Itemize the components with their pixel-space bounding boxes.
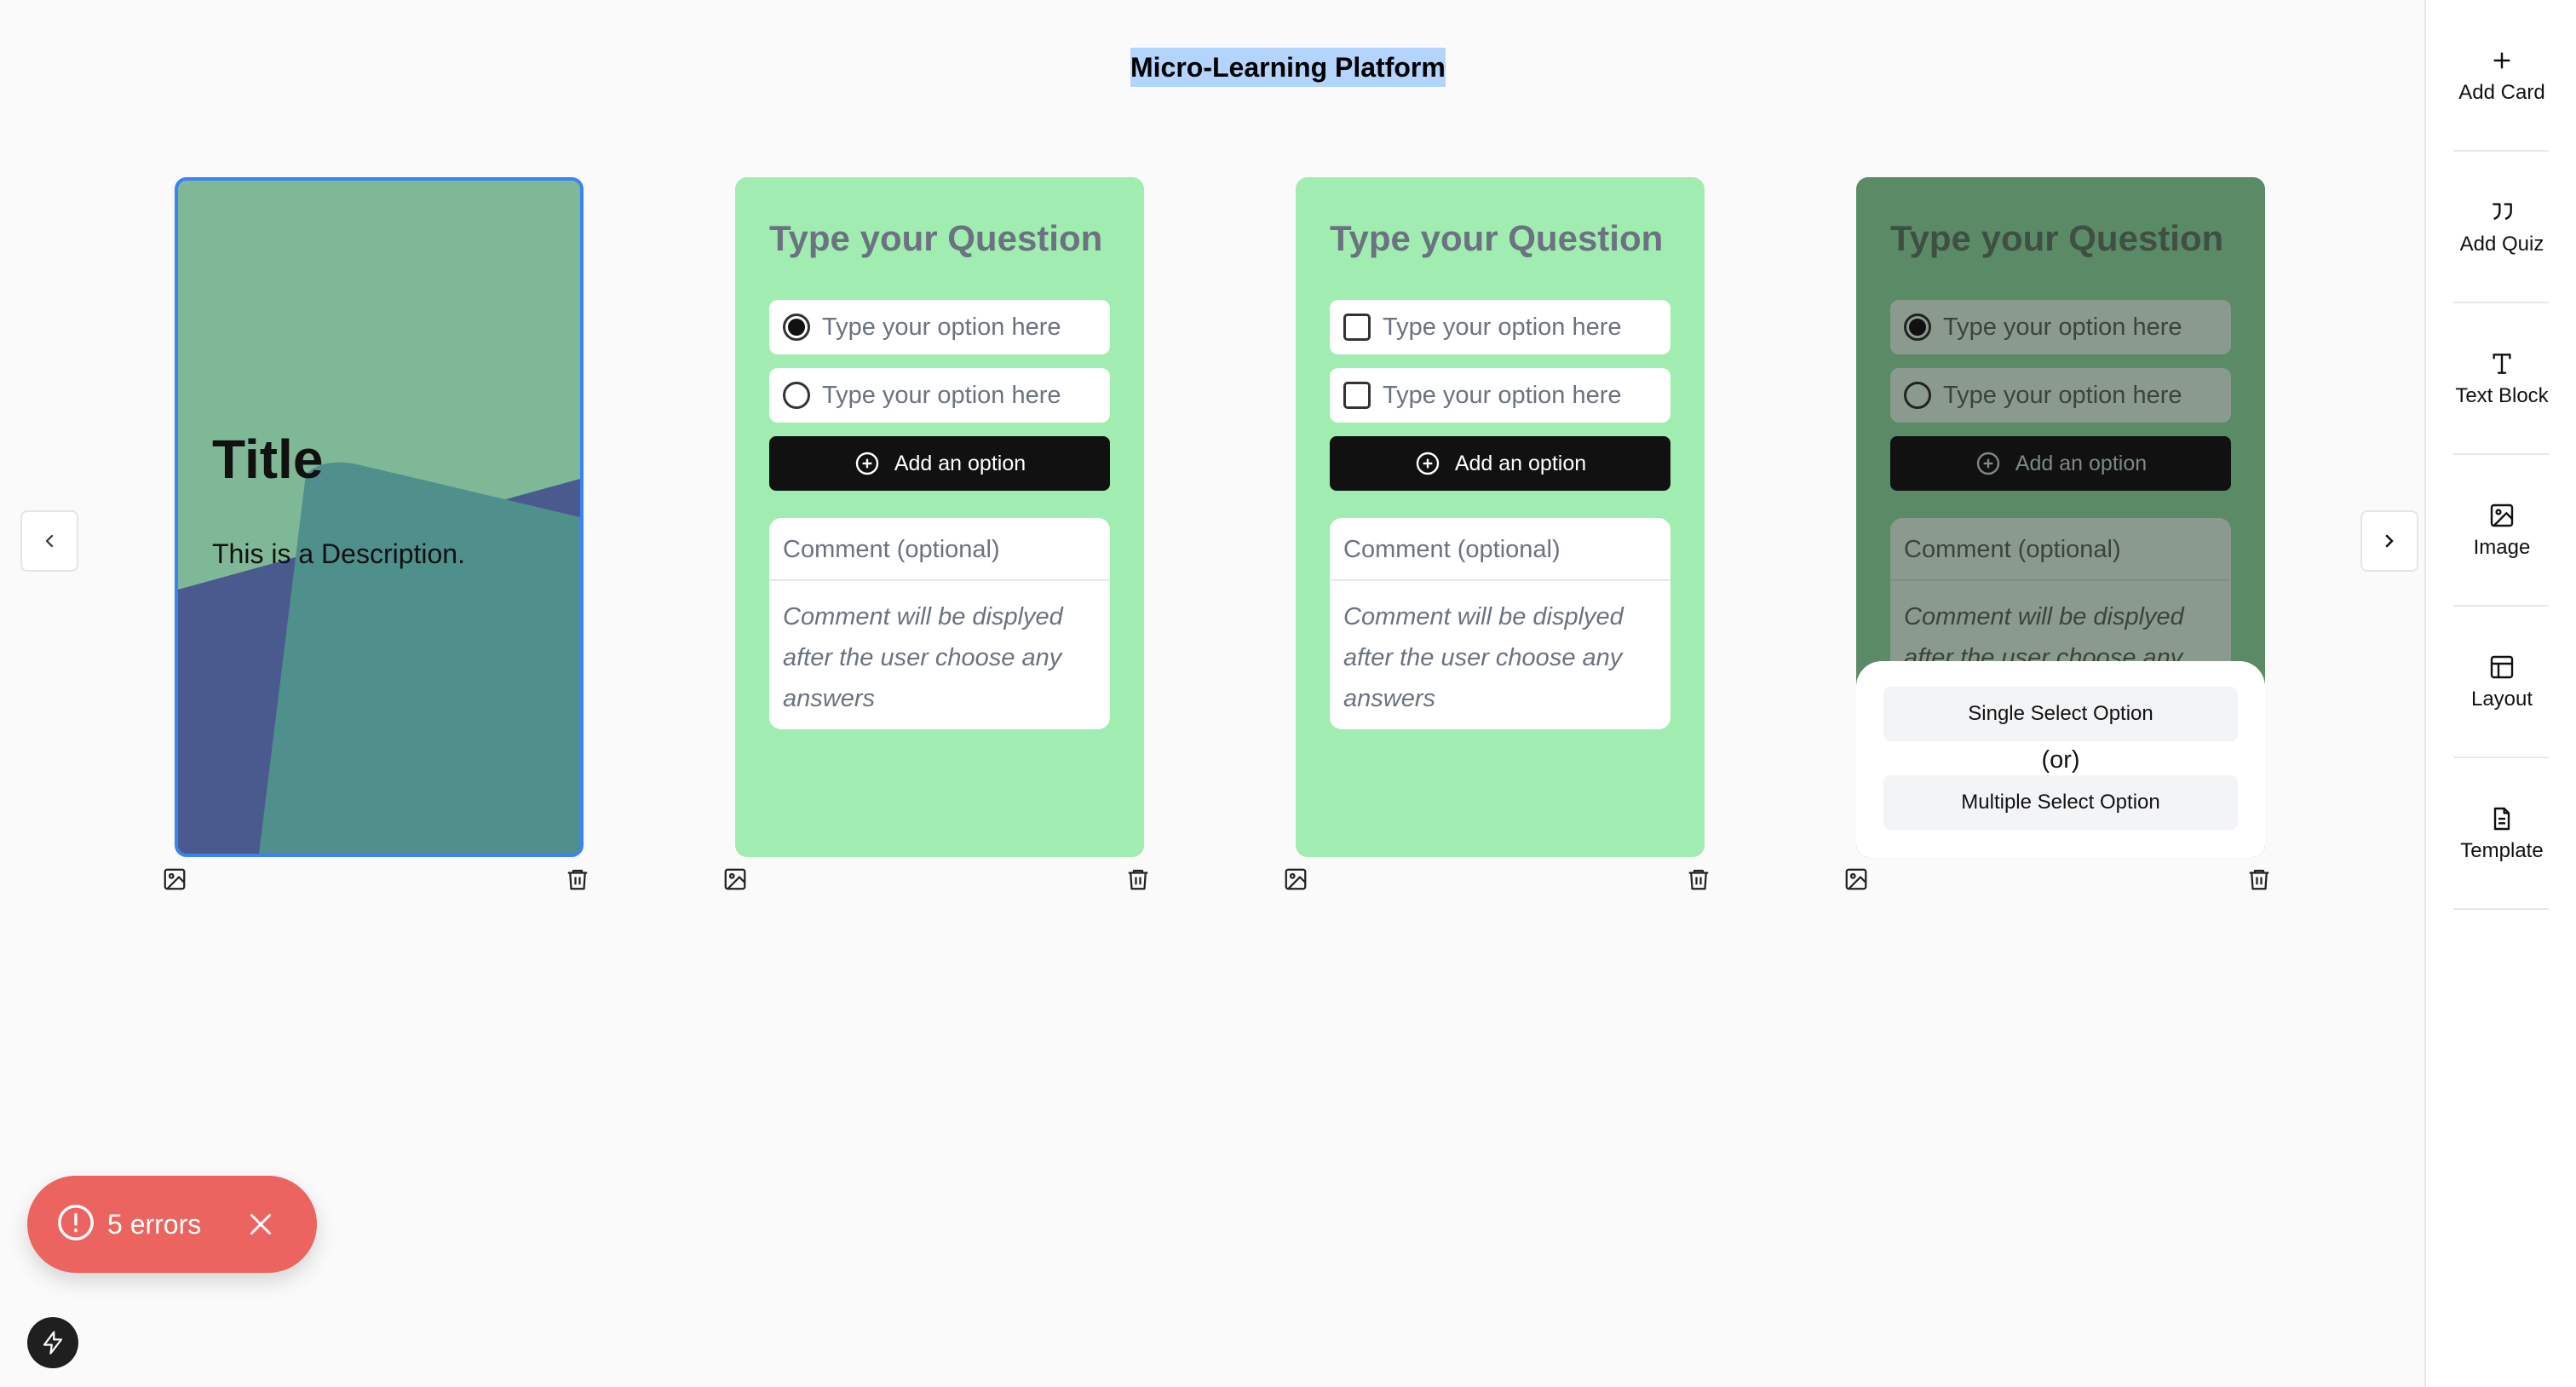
radio-button[interactable]	[783, 314, 810, 341]
error-toast[interactable]: 5 errors	[27, 1176, 317, 1273]
previous-button[interactable]	[20, 510, 78, 572]
image-icon	[1285, 868, 1307, 890]
page-title: Micro-Learning Platform	[1130, 48, 1446, 87]
close-icon	[250, 1214, 272, 1234]
option-input[interactable]: Type your option here	[1890, 368, 2231, 423]
tool-sidebar: Add Card Add Quiz Text Block Image Layou…	[2424, 0, 2576, 1387]
trash-icon	[1128, 869, 1148, 890]
add-option-label: Add an option	[1454, 451, 1587, 475]
question-input[interactable]: Type your Question	[769, 218, 1102, 259]
multiple-select-button[interactable]: Multiple Select Option	[1883, 775, 2238, 830]
text-block-button[interactable]: Text Block	[2426, 303, 2576, 455]
radio-button[interactable]	[783, 382, 810, 409]
comment-box[interactable]: Comment (optional) Comment will be displ…	[769, 518, 1110, 729]
radio-button[interactable]	[1904, 314, 1931, 341]
add-card-label: Add Card	[2458, 81, 2545, 104]
background-shapes	[178, 462, 580, 854]
add-quiz-label: Add Quiz	[2459, 233, 2544, 256]
close-toast-button[interactable]	[244, 1207, 278, 1241]
comment-box[interactable]: Comment (optional) Comment will be displ…	[1330, 518, 1670, 729]
card-image-button[interactable]	[1841, 864, 1872, 895]
card-delete-button[interactable]	[1683, 864, 1714, 895]
single-select-button[interactable]: Single Select Option	[1883, 687, 2238, 741]
quiz-card-multiple[interactable]: Type your Question Type your option here…	[1296, 177, 1705, 857]
card-delete-button[interactable]	[562, 864, 593, 895]
trash-icon	[567, 869, 588, 890]
add-card-button[interactable]: Add Card	[2426, 0, 2576, 152]
question-input[interactable]: Type your Question	[1330, 218, 1663, 259]
card-delete-button[interactable]	[1123, 864, 1153, 895]
card-image-button[interactable]	[159, 864, 190, 895]
template-label: Template	[2460, 839, 2544, 862]
image-button[interactable]: Image	[2426, 455, 2576, 607]
option-placeholder: Type your option here	[1383, 313, 1622, 341]
lightning-icon	[43, 1331, 63, 1355]
image-label: Image	[2473, 536, 2531, 559]
layout-label: Layout	[2470, 688, 2533, 711]
card-title[interactable]: Title	[212, 428, 323, 491]
trash-icon	[2249, 869, 2269, 890]
plus-circle-icon	[1976, 452, 2000, 475]
comment-input[interactable]: Comment will be displyed after the user …	[1330, 581, 1670, 729]
title-card[interactable]: Title This is a Description.	[175, 177, 584, 857]
add-option-button[interactable]: Add an option	[769, 436, 1110, 491]
error-count[interactable]: 5 errors	[107, 1209, 201, 1240]
image-icon	[1845, 868, 1867, 890]
image-icon	[2490, 504, 2514, 527]
comment-label: Comment (optional)	[769, 518, 1110, 581]
card-image-button[interactable]	[1280, 864, 1311, 895]
chevron-left-icon	[45, 534, 54, 548]
layout-icon	[2490, 655, 2514, 679]
plus-circle-icon	[855, 452, 879, 475]
option-input[interactable]: Type your option here	[1330, 368, 1670, 423]
option-input[interactable]: Type your option here	[769, 368, 1110, 423]
card-description[interactable]: This is a Description.	[212, 538, 465, 570]
option-input[interactable]: Type your option here	[769, 300, 1110, 354]
comment-input[interactable]: Comment will be displyed after the user …	[769, 581, 1110, 729]
image-icon	[724, 868, 746, 890]
select-type-popup: Single Select Option (or) Multiple Selec…	[1856, 661, 2265, 857]
add-option-button[interactable]: Add an option	[1890, 436, 2231, 491]
trash-icon	[1688, 869, 1709, 890]
comment-label: Comment (optional)	[1330, 518, 1670, 581]
card-delete-button[interactable]	[2244, 864, 2274, 895]
radio-button[interactable]	[1904, 382, 1931, 409]
option-placeholder: Type your option here	[1943, 313, 2182, 341]
text-block-label: Text Block	[2455, 384, 2549, 407]
add-option-label: Add an option	[2015, 451, 2148, 475]
quiz-card-select-type[interactable]: Type your Question Type your option here…	[1856, 177, 2265, 857]
or-separator: (or)	[2041, 746, 2080, 774]
option-placeholder: Type your option here	[822, 381, 1061, 409]
option-input[interactable]: Type your option here	[1330, 300, 1670, 354]
quiz-card-single[interactable]: Type your Question Type your option here…	[735, 177, 1144, 857]
lightning-button[interactable]	[27, 1317, 78, 1368]
checkbox[interactable]	[1343, 314, 1371, 341]
layout-button[interactable]: Layout	[2426, 607, 2576, 758]
option-placeholder: Type your option here	[1383, 381, 1622, 409]
add-option-button[interactable]: Add an option	[1330, 436, 1670, 491]
plus-icon	[2493, 52, 2510, 69]
image-icon	[164, 868, 186, 890]
card-image-button[interactable]	[720, 864, 750, 895]
option-placeholder: Type your option here	[1943, 381, 2182, 409]
next-button[interactable]	[2360, 510, 2418, 572]
plus-circle-icon	[1416, 452, 1440, 475]
option-input[interactable]: Type your option here	[1890, 300, 2231, 354]
alert-circle-icon	[56, 1203, 95, 1246]
add-quiz-button[interactable]: Add Quiz	[2426, 152, 2576, 303]
quote-icon	[2493, 203, 2512, 221]
option-placeholder: Type your option here	[822, 313, 1061, 341]
question-input[interactable]: Type your Question	[1890, 218, 2223, 259]
add-option-label: Add an option	[894, 451, 1026, 475]
template-button[interactable]: Template	[2426, 758, 2576, 910]
chevron-right-icon	[2385, 534, 2394, 548]
file-text-icon	[2493, 807, 2510, 831]
text-icon	[2493, 354, 2511, 374]
comment-label: Comment (optional)	[1890, 518, 2231, 581]
checkbox[interactable]	[1343, 382, 1371, 409]
